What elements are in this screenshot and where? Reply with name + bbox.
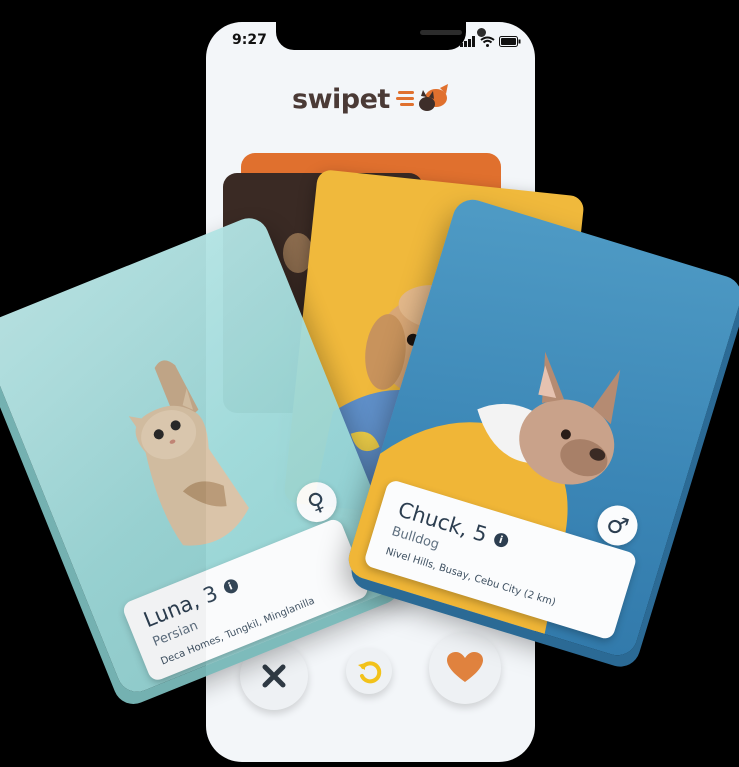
logo-text: swipet — [292, 83, 390, 115]
dislike-button[interactable] — [240, 642, 308, 710]
speaker — [420, 30, 462, 35]
undo-icon — [358, 661, 382, 684]
heart-icon — [447, 652, 483, 682]
battery-icon — [499, 36, 521, 47]
male-icon: ♂ — [603, 508, 632, 543]
phone-notch — [276, 22, 486, 50]
status-icons — [460, 36, 521, 47]
info-icon[interactable]: i — [221, 577, 240, 596]
close-icon — [262, 664, 286, 688]
wifi-icon — [480, 36, 495, 47]
signal-icon — [460, 36, 475, 47]
undo-button[interactable] — [346, 648, 392, 694]
app-logo: swipet — [292, 82, 452, 116]
info-icon[interactable]: i — [492, 531, 510, 549]
female-icon: ♀ — [303, 485, 331, 519]
status-time: 9:27 — [232, 32, 267, 48]
like-button[interactable] — [429, 632, 501, 704]
pet-logo-icon — [395, 84, 448, 111]
